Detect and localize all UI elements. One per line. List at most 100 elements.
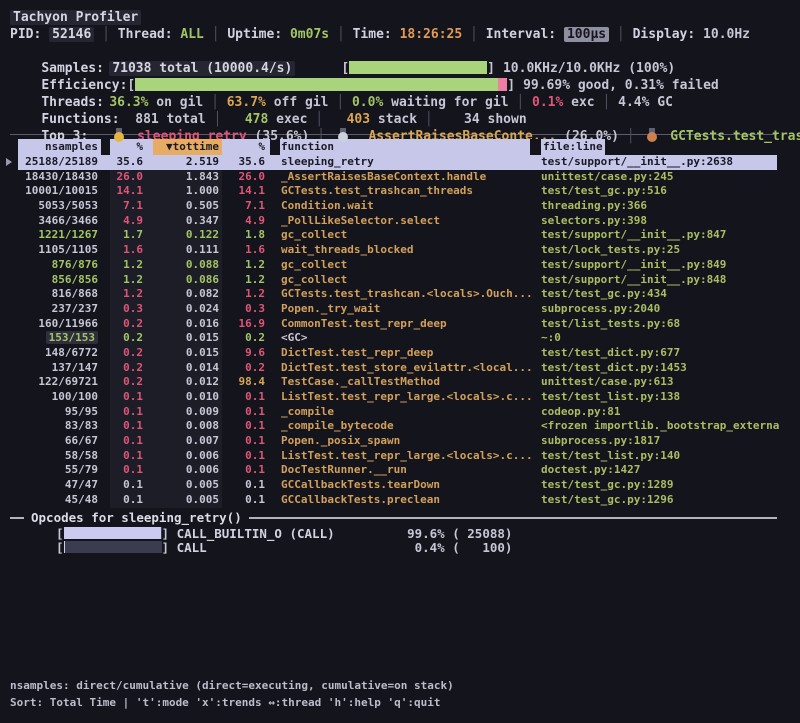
cell-pct-cumulative: 9.6 [222,346,270,361]
separator: │ [595,95,618,110]
cell-pct-cumulative-value: 1.2 [245,258,265,271]
cell-pct-cumulative: 0.1 [222,478,270,493]
cell-pct-direct: 0.1 [110,493,146,508]
separator: │ [417,112,440,127]
gold-medal-icon [113,128,125,142]
table-row[interactable]: 5053/50537.10.5057.1Condition.waitthread… [0,199,777,214]
col-gap [146,449,153,464]
column-header-tottime-sorted[interactable]: ▼tottime [153,139,222,155]
separator: │ [329,95,352,110]
table-row[interactable]: 58/580.10.0060.1ListTest.test_repr_large… [0,449,777,464]
bronze-medal-icon [646,128,658,142]
cell-pct-direct: 0.3 [110,302,146,317]
table-row[interactable]: 66/670.10.0070.1Popen._posix_spawnsubpro… [0,434,777,449]
table-row[interactable]: 83/830.10.0080.1_compile_bytecode<frozen… [0,419,777,434]
col-gap [146,478,153,493]
column-header-function[interactable]: function [280,139,541,155]
cell-tottime-value: 0.005 [186,493,219,506]
cell-pct-cumulative: 35.6 [222,155,270,170]
cell-nsamples: 856/856 [18,273,101,288]
table-row[interactable]: 122/697210.20.01298.4TestCase._callTestM… [0,375,777,390]
col-gap [101,228,110,243]
cell-pct-direct-value: 0.1 [123,434,143,447]
table-row[interactable]: 3466/34664.90.3474.9_PollLikeSelector.se… [0,214,777,229]
cell-nsamples: 5053/5053 [18,199,101,214]
column-header-fileline[interactable]: file:line [541,139,777,155]
nsamples-value: 856/856 [52,273,98,286]
cell-nsamples: 153/153 [18,331,101,346]
cell-pct-cumulative: 0.1 [222,493,270,508]
nsamples-value: 95/95 [65,405,98,418]
table-row[interactable]: 876/8761.20.0881.2gc_collecttest/support… [0,258,777,273]
table-row[interactable]: 237/2370.30.0240.3Popen._try_waitsubproc… [0,302,777,317]
cell-tottime: 0.005 [153,493,222,508]
cell-fileline: test/test_gc.py:1296 [541,493,777,508]
cell-pct-cumulative-value: 0.1 [245,463,265,476]
cell-function-value: DocTestRunner.__run [281,463,407,476]
opcodes-list: [] CALL_BUILTIN_O (CALL)99.6% ( 25088)[]… [0,527,800,556]
nsamples-value: 47/47 [65,478,98,491]
table-row[interactable]: 47/470.10.0050.1GCCallbackTests.tearDown… [0,478,777,493]
cell-function: ListTest.test_repr_large.<locals>.c... [280,390,541,405]
column-header-nsamples[interactable]: nsamples [18,139,101,155]
shown-label: shown [480,112,527,127]
col-gap [101,243,110,258]
table-row[interactable]: 95/950.10.0090.1_compilecodeop.py:81 [0,405,777,420]
row-marker [0,463,18,478]
row-marker [0,317,18,332]
cell-pct-cumulative-value: 35.6 [239,155,266,168]
table-row[interactable]: 856/8561.20.0861.2gc_collecttest/support… [0,273,777,288]
table-row[interactable]: 1105/11051.60.1111.6wait_threads_blocked… [0,243,777,258]
cell-function: Condition.wait [280,199,541,214]
table-row[interactable]: 148/67720.20.0159.6DictTest.test_repr_de… [0,346,777,361]
table-row[interactable]: 45/480.10.0050.1GCCallbackTests.preclean… [0,493,777,508]
cell-fileline: test/support/__init__.py:2638 [541,155,777,170]
column-header-pct2[interactable]: % [222,139,270,155]
cell-pct-cumulative-value: 0.1 [245,449,265,462]
table-row[interactable]: 137/1470.20.0140.2DictTest.test_store_ev… [0,361,777,376]
table-row[interactable]: 100/1000.10.0100.1ListTest.test_repr_lar… [0,390,777,405]
separator: │ [462,27,485,42]
table-row[interactable]: 25188/2518935.62.51935.6sleeping_retryte… [0,155,777,170]
cell-pct-cumulative-value: 14.1 [239,184,266,197]
medal-disc [114,132,124,142]
cell-fileline: test/test_list.py:140 [541,449,777,464]
table-row[interactable]: 1221/12671.70.1221.8gc_collecttest/suppo… [0,228,777,243]
row-marker [0,493,18,508]
gc-pct: 4.4% [618,95,649,110]
col-gap [146,155,153,170]
medal-disc [647,132,657,142]
cell-pct-cumulative-value: 4.9 [245,214,265,227]
table-row[interactable]: 10001/1001514.11.00014.1GCTests.test_tra… [0,184,777,199]
cell-pct-direct-value: 1.2 [123,258,143,271]
col-gap [101,361,110,376]
cell-function-value: _compile [281,405,334,418]
cell-pct-cumulative-value: 0.3 [245,302,265,315]
cell-pct-cumulative-value: 0.1 [245,405,265,418]
table-row[interactable]: 18430/1843026.01.84326.0_AssertRaisesBas… [0,170,777,185]
cell-tottime-value: 1.000 [186,184,219,197]
cell-pct-direct-value: 0.1 [123,493,143,506]
cell-fileline: test/test_dict.py:677 [541,346,777,361]
cell-pct-cumulative-value: 0.1 [245,493,265,506]
thread-label: Thread: [118,27,181,42]
separator: │ [609,27,632,42]
cell-pct-direct: 0.2 [110,375,146,390]
cell-function-value: Popen._try_wait [281,302,380,315]
col-gap [146,273,153,288]
table-row[interactable]: 153/1530.20.0150.2<GC>~:0 [0,331,777,346]
cell-nsamples: 47/47 [18,478,101,493]
cell-pct-cumulative-value: 1.6 [245,243,265,256]
table-row[interactable]: 160/119660.20.01616.9CommonTest.test_rep… [0,317,777,332]
col-gap [270,346,280,361]
table-row[interactable]: 55/790.10.0060.1DocTestRunner.__rundocte… [0,463,777,478]
col-gap [270,375,280,390]
table-row[interactable]: 816/8681.20.0821.2GCTests.test_trashcan.… [0,287,777,302]
nsamples-value: 83/83 [65,419,98,432]
row-marker [0,434,18,449]
col-gap [270,258,280,273]
cell-fileline-value: subprocess.py:1817 [541,434,660,447]
col-gap [270,390,280,405]
header-marker-spacer [0,139,18,155]
footer: nsamples: direct/cumulative (direct=exec… [10,677,454,711]
